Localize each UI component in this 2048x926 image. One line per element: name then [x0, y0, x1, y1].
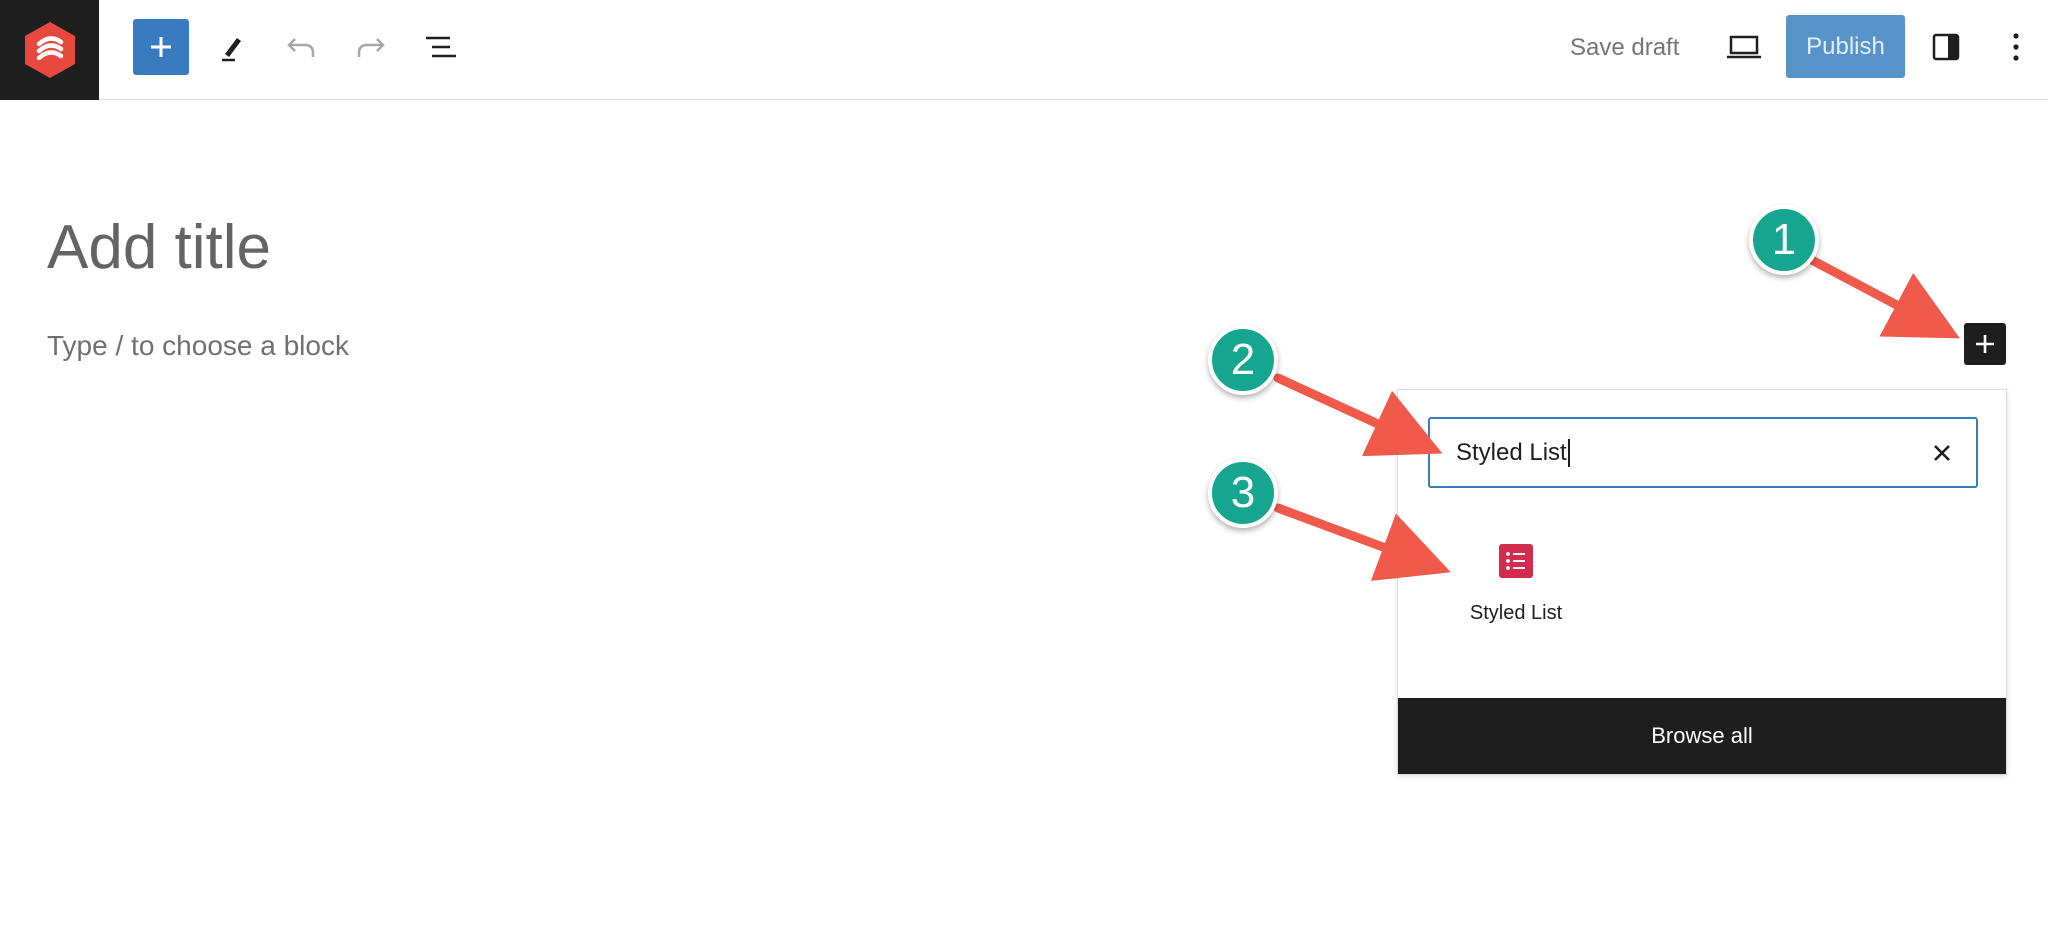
options-menu-button[interactable]	[1988, 19, 2044, 75]
brand-logo-icon	[24, 22, 75, 78]
clear-search-button[interactable]	[1926, 437, 1958, 469]
text-caret	[1567, 438, 1570, 467]
undo-icon	[287, 38, 315, 57]
redo-button[interactable]	[343, 19, 399, 75]
step-badge-1: 1	[1749, 205, 1819, 275]
more-vertical-icon	[2013, 33, 2019, 61]
styled-list-icon	[1499, 544, 1533, 578]
search-input-value: Styled List	[1456, 438, 1567, 466]
step-badge-3: 3	[1208, 458, 1278, 528]
block-result-label: Styled List	[1469, 602, 1563, 624]
close-icon	[1934, 445, 1950, 461]
undo-button[interactable]	[273, 19, 329, 75]
settings-sidebar-button[interactable]	[1918, 19, 1974, 75]
pencil-icon	[222, 38, 241, 62]
annotation-arrow-1	[1803, 253, 1960, 339]
inline-inserter-button[interactable]	[1964, 323, 2006, 365]
block-inserter-toggle-button[interactable]	[133, 19, 189, 75]
brand-logo[interactable]	[0, 0, 99, 100]
editor-toolbar: Save draft Publish	[0, 0, 2048, 100]
preview-button[interactable]	[1716, 19, 1772, 75]
document-overview-button[interactable]	[413, 19, 469, 75]
plus-icon	[1976, 335, 1994, 353]
block-result-styled-list[interactable]: Styled List	[1456, 540, 1576, 640]
publish-button[interactable]: Publish	[1786, 15, 1905, 78]
block-inserter-popover: Styled List Styled List Browse all	[1397, 389, 2007, 775]
redo-icon	[357, 38, 385, 57]
list-view-icon	[426, 36, 456, 58]
block-search-input[interactable]: Styled List	[1428, 417, 1978, 488]
step-badge-2: 2	[1208, 325, 1278, 395]
browse-all-button[interactable]: Browse all	[1398, 698, 2006, 774]
post-title-input[interactable]: Add title	[47, 212, 271, 283]
save-draft-button[interactable]: Save draft	[1560, 28, 1689, 68]
default-block-appender[interactable]: Type / to choose a block	[47, 330, 349, 362]
desktop-preview-icon	[1727, 35, 1761, 59]
tools-button[interactable]	[204, 19, 260, 75]
settings-sidebar-icon	[1932, 33, 1960, 61]
plus-icon	[151, 37, 171, 57]
